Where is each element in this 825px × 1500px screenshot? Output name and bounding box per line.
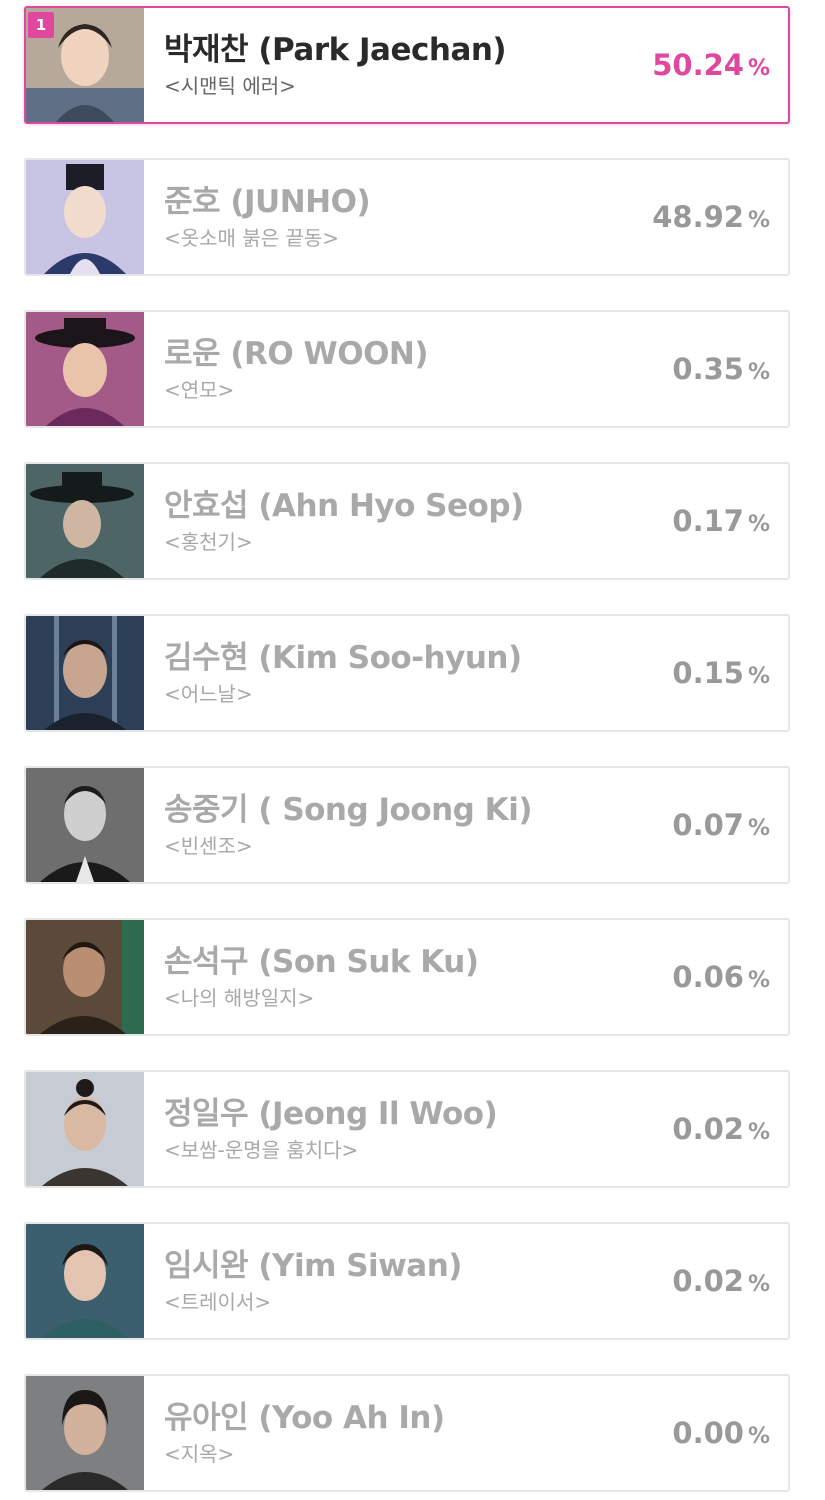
ranking-card-1[interactable]: 1 박재찬 (Park Jaechan) <시맨틱 에러> 50.24 % [24,6,790,124]
vote-percentage: 0.00 % [672,1416,788,1450]
actor-portrait-icon [26,312,144,426]
actor-photo-1: 1 [26,8,144,122]
vote-percentage: 0.07 % [672,808,788,842]
percentage-value: 0.15 [672,656,744,690]
vote-percentage: 0.02 % [672,1264,788,1298]
ranking-card-3[interactable]: 로운 (RO WOON) <연모> 0.35 % [24,310,790,428]
percentage-unit: % [747,56,770,81]
percentage-value: 0.17 [672,504,744,538]
actor-name: 정일우 (Jeong Il Woo) [164,1095,498,1132]
percentage-value: 0.02 [672,1264,744,1298]
percentage-value: 0.06 [672,960,744,994]
ranking-card-9[interactable]: 임시완 (Yim Siwan) <트레이서> 0.02 % [24,1222,790,1340]
actor-photo-5 [26,616,144,730]
drama-title: <홍천기> [164,530,253,555]
actor-name: 로운 (RO WOON) [164,335,429,372]
actor-portrait-icon [26,768,144,882]
drama-title: <트레이서> [164,1290,272,1315]
drama-title: <나의 해방일지> [164,986,315,1011]
vote-percentage: 0.15 % [672,656,788,690]
vote-ranking-list: 1 박재찬 (Park Jaechan) <시맨틱 에러> 50.24 % 준호… [0,0,825,1500]
actor-photo-6 [26,768,144,882]
actor-name: 안효섭 (Ahn Hyo Seop) [164,487,524,524]
actor-photo-4 [26,464,144,578]
rank-badge: 1 [28,12,54,38]
actor-name: 준호 (JUNHO) [164,183,371,220]
percentage-unit: % [747,816,770,841]
ranking-card-4[interactable]: 안효섭 (Ahn Hyo Seop) <홍천기> 0.17 % [24,462,790,580]
actor-photo-10 [26,1376,144,1490]
ranking-card-6[interactable]: 송중기 ( Song Joong Ki) <빈센조> 0.07 % [24,766,790,884]
vote-percentage: 0.17 % [672,504,788,538]
actor-portrait-icon [26,1376,144,1490]
percentage-value: 0.07 [672,808,744,842]
actor-portrait-icon [26,464,144,578]
actor-portrait-icon [26,1072,144,1186]
ranking-card-2[interactable]: 준호 (JUNHO) <옷소매 붉은 끝동> 48.92 % [24,158,790,276]
percentage-unit: % [747,1272,770,1297]
actor-name: 임시완 (Yim Siwan) [164,1247,462,1284]
actor-portrait-icon [26,160,144,274]
percentage-unit: % [747,968,770,993]
percentage-unit: % [747,664,770,689]
vote-percentage: 0.35 % [672,352,788,386]
percentage-unit: % [747,360,770,385]
actor-portrait-icon [26,616,144,730]
percentage-value: 0.02 [672,1112,744,1146]
percentage-value: 0.00 [672,1416,744,1450]
actor-photo-8 [26,1072,144,1186]
drama-title: <보쌈-운명을 훔치다> [164,1138,359,1163]
actor-name: 손석구 (Son Suk Ku) [164,943,479,980]
drama-title: <어느날> [164,682,253,707]
percentage-value: 50.24 [652,48,744,82]
ranking-card-10[interactable]: 유아인 (Yoo Ah In) <지옥> 0.00 % [24,1374,790,1492]
percentage-value: 48.92 [652,200,744,234]
actor-photo-9 [26,1224,144,1338]
drama-title: <지옥> [164,1442,235,1467]
drama-title: <연모> [164,378,235,403]
ranking-card-8[interactable]: 정일우 (Jeong Il Woo) <보쌈-운명을 훔치다> 0.02 % [24,1070,790,1188]
percentage-unit: % [747,512,770,537]
percentage-unit: % [747,1424,770,1449]
vote-percentage: 0.02 % [672,1112,788,1146]
actor-photo-2 [26,160,144,274]
actor-name: 유아인 (Yoo Ah In) [164,1399,445,1436]
vote-percentage: 48.92 % [652,200,788,234]
vote-percentage: 50.24 % [652,48,788,82]
actor-photo-7 [26,920,144,1034]
drama-title: <빈센조> [164,834,253,859]
percentage-unit: % [747,1120,770,1145]
actor-portrait-icon [26,920,144,1034]
actor-name: 송중기 ( Song Joong Ki) [164,791,533,828]
percentage-value: 0.35 [672,352,744,386]
vote-percentage: 0.06 % [672,960,788,994]
actor-name: 박재찬 (Park Jaechan) [164,31,507,68]
actor-photo-3 [26,312,144,426]
drama-title: <옷소매 붉은 끝동> [164,226,340,251]
ranking-card-7[interactable]: 손석구 (Son Suk Ku) <나의 해방일지> 0.06 % [24,918,790,1036]
actor-portrait-icon [26,1224,144,1338]
percentage-unit: % [747,208,770,233]
ranking-card-5[interactable]: 김수현 (Kim Soo-hyun) <어느날> 0.15 % [24,614,790,732]
actor-name: 김수현 (Kim Soo-hyun) [164,639,522,676]
drama-title: <시맨틱 에러> [164,74,296,99]
